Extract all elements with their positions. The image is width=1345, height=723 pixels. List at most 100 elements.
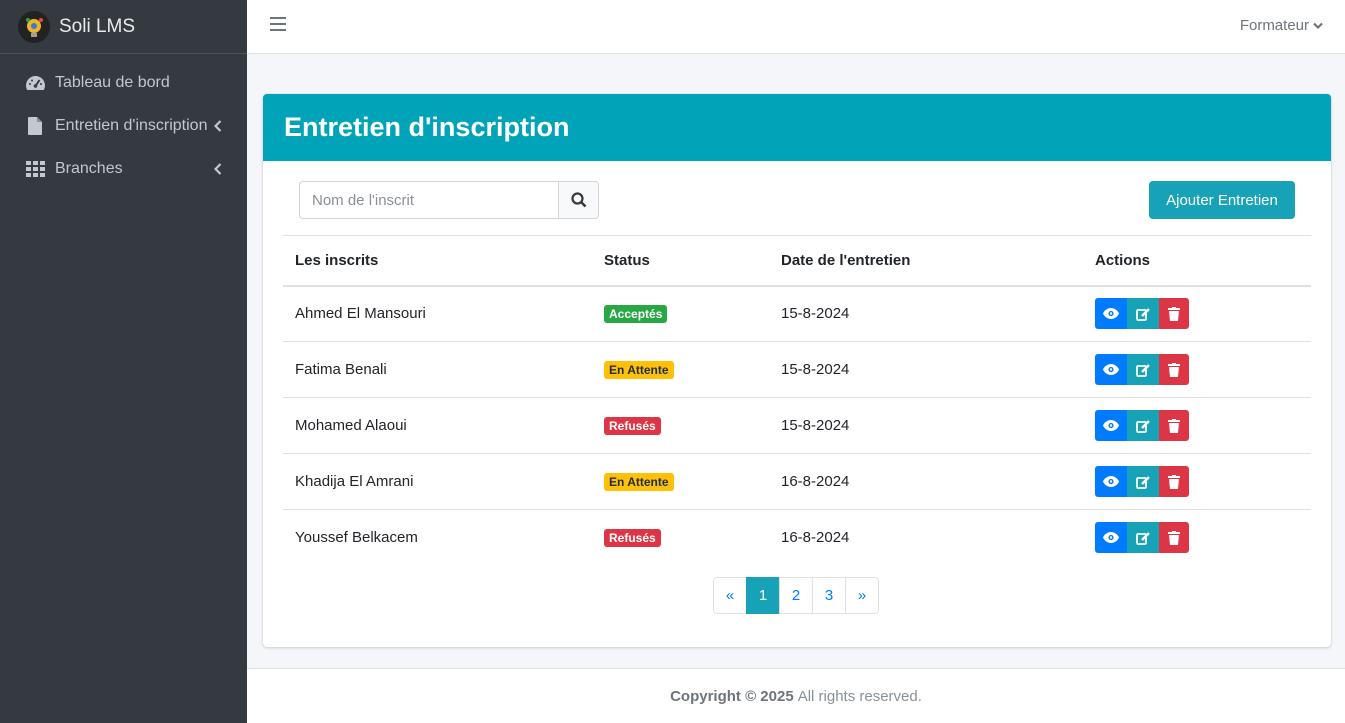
chevron-left-icon <box>214 104 222 147</box>
trash-icon <box>1168 306 1180 321</box>
inscrits-table: Les inscrits Status Date de l'entretien … <box>283 235 1311 566</box>
inscrit-name: Ahmed El Mansouri <box>283 285 592 342</box>
pagination-prev[interactable]: « <box>713 577 747 614</box>
page-title: Entretien d'inscription <box>284 112 570 142</box>
hamburger-menu-icon[interactable] <box>270 17 286 35</box>
column-header[interactable]: Date de l'entretien <box>769 235 1083 287</box>
edit-icon <box>1135 475 1151 489</box>
table-header-row: Les inscrits Status Date de l'entretien … <box>283 235 1311 287</box>
sidebar: Soli LMS Tableau de bord Entretien d'ins… <box>0 0 247 723</box>
table-row: Youssef Belkacem Refusés 16-8-2024 <box>283 510 1311 566</box>
search-button[interactable] <box>558 181 599 219</box>
eye-icon <box>1103 308 1119 320</box>
user-menu[interactable]: Formateur <box>1240 17 1323 34</box>
delete-button[interactable] <box>1159 298 1189 330</box>
delete-button[interactable] <box>1159 466 1189 497</box>
trash-icon <box>1168 474 1180 489</box>
view-button[interactable] <box>1095 410 1127 441</box>
brand-logo-icon <box>18 10 50 43</box>
status-cell: Refusés <box>592 397 769 454</box>
status-cell: Refusés <box>592 510 769 566</box>
status-badge: Refusés <box>604 528 661 547</box>
entretien-date: 15-8-2024 <box>769 285 1083 342</box>
delete-button[interactable] <box>1159 522 1189 554</box>
edit-icon <box>1135 307 1151 321</box>
column-header[interactable]: Status <box>592 235 769 287</box>
eye-icon <box>1103 476 1119 487</box>
view-button[interactable] <box>1095 354 1127 385</box>
pagination-page-2[interactable]: 2 <box>779 577 813 614</box>
inscrit-name: Fatima Benali <box>283 341 592 398</box>
view-button[interactable] <box>1095 466 1127 497</box>
inscrit-name: Khadija El Amrani <box>283 453 592 510</box>
edit-button[interactable] <box>1127 354 1159 385</box>
add-entretien-button[interactable]: Ajouter Entretien <box>1149 181 1295 219</box>
tachometer-icon <box>24 73 46 93</box>
status-badge: En Attente <box>604 360 674 379</box>
eye-icon <box>1103 420 1119 431</box>
edit-button[interactable] <box>1127 298 1159 330</box>
entretien-date: 16-8-2024 <box>781 529 850 547</box>
table-row: Khadija El Amrani En Attente 16-8-2024 <box>283 453 1311 510</box>
status-badge: Refusés <box>604 416 661 435</box>
trash-icon <box>1168 362 1180 377</box>
trash-icon <box>1168 418 1180 433</box>
entretien-date: 16-8-2024 <box>769 453 1083 510</box>
edit-button[interactable] <box>1127 466 1159 497</box>
edit-button[interactable] <box>1127 410 1159 441</box>
topbar: Formateur <box>247 0 1345 54</box>
delete-button[interactable] <box>1159 354 1189 385</box>
actions-cell <box>1083 510 1311 566</box>
brand-title: Soli LMS <box>59 15 136 37</box>
sidebar-item-dashboard[interactable]: Tableau de bord <box>0 61 247 104</box>
file-icon <box>24 116 46 136</box>
sidebar-item-label: Entretien d'inscription <box>55 116 208 134</box>
trash-icon <box>1168 530 1180 545</box>
entretien-date: 15-8-2024 <box>769 397 1083 454</box>
actions-cell <box>1083 341 1311 398</box>
entretien-date: 15-8-2024 <box>769 341 1083 398</box>
search-input[interactable] <box>299 181 558 219</box>
edit-icon <box>1135 419 1151 433</box>
card-header: Entretien d'inscription <box>263 94 1331 161</box>
brand[interactable]: Soli LMS <box>0 0 247 54</box>
view-button[interactable] <box>1095 298 1127 330</box>
search-icon <box>570 192 586 208</box>
pagination-page-1[interactable]: 1 <box>746 577 780 614</box>
chevron-left-icon <box>214 147 222 190</box>
sidebar-nav: Tableau de bord Entretien d'inscription … <box>0 54 247 190</box>
table-row: Fatima Benali En Attente 15-8-2024 <box>283 341 1311 398</box>
chevron-down-icon <box>1313 22 1323 29</box>
edit-icon <box>1135 531 1151 545</box>
delete-button[interactable] <box>1159 410 1189 441</box>
main-card: Entretien d'inscription Ajouter Entretie… <box>263 94 1331 647</box>
edit-button[interactable] <box>1127 522 1159 554</box>
user-menu-label: Formateur <box>1239 17 1309 34</box>
grid-icon <box>24 159 46 179</box>
footer: Copyright © 2025 All rights reserved. <box>247 668 1345 723</box>
sidebar-item-label: Branches <box>55 159 123 177</box>
inscrit-name: Mohamed Alaoui <box>283 397 592 454</box>
pagination-page-3[interactable]: 3 <box>812 577 846 614</box>
status-cell: En Attente <box>592 341 769 398</box>
eye-icon <box>1103 364 1119 375</box>
pagination: « 1 2 3 » <box>713 577 879 614</box>
table-row: Ahmed El Mansouri Acceptés 15-8-2024 <box>283 285 1311 342</box>
actions-cell <box>1083 285 1311 342</box>
sidebar-item-entretien[interactable]: Entretien d'inscription <box>0 104 247 147</box>
sidebar-item-label: Tableau de bord <box>55 73 170 91</box>
actions-cell <box>1083 453 1311 510</box>
table-row: Mohamed Alaoui Refusés 15-8-2024 <box>283 397 1311 454</box>
search-group <box>299 181 599 219</box>
status-cell: Acceptés <box>592 285 769 342</box>
column-header: Actions <box>1083 235 1311 287</box>
column-header[interactable]: Les inscrits <box>283 235 592 287</box>
copyright-text: Copyright © 2025 <box>670 687 794 705</box>
rights-text: All rights reserved. <box>797 687 922 705</box>
sidebar-item-branches[interactable]: Branches <box>0 147 247 190</box>
pagination-next[interactable]: » <box>845 577 879 614</box>
eye-icon <box>1103 532 1119 544</box>
view-button[interactable] <box>1095 522 1127 554</box>
actions-cell <box>1083 397 1311 454</box>
status-cell: En Attente <box>592 453 769 510</box>
